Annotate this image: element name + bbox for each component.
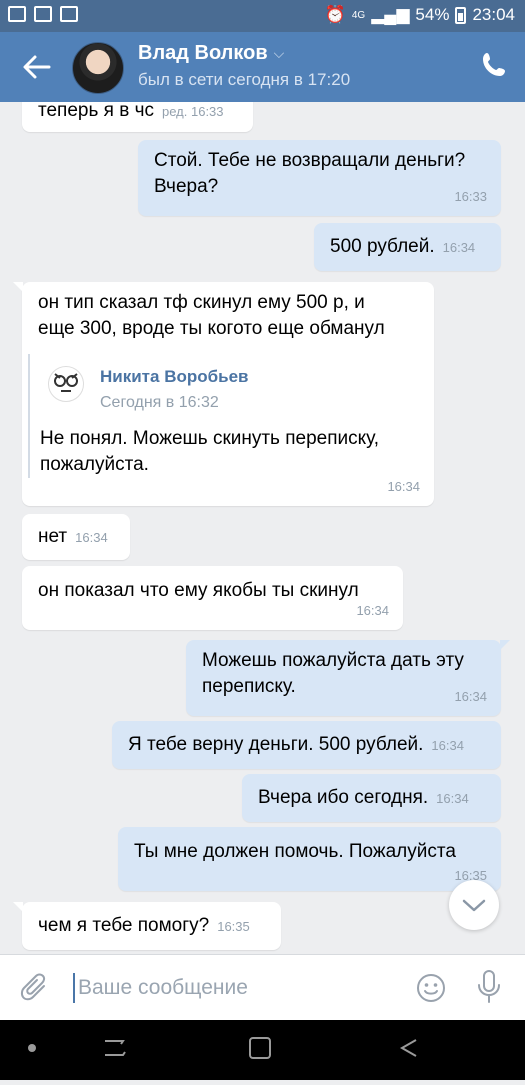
notification-icons <box>8 6 78 22</box>
forward-author-name[interactable]: Никита Воробьев <box>100 364 248 390</box>
message-text-line: Вчера? <box>154 176 219 197</box>
message-time: 16:34 <box>431 738 464 753</box>
message-input[interactable] <box>76 967 400 1009</box>
navigation-buttons <box>28 1037 417 1059</box>
message-text: он показал что ему якобы ты скинул <box>38 580 359 601</box>
message-text-line: он тип сказал тф скинул ему 500 р, и <box>38 292 365 313</box>
message-time: 16:34 <box>75 530 108 545</box>
message-outgoing[interactable]: Я тебе верну деньги. 500 рублей. 16:34 <box>112 721 501 769</box>
message-incoming[interactable]: нет 16:34 <box>22 514 130 560</box>
microphone-icon[interactable] <box>475 969 503 1005</box>
phone-call-icon[interactable] <box>479 50 509 80</box>
checkbox-icon <box>60 6 78 22</box>
contact-name[interactable]: Влад Волков ⌵ <box>138 42 284 65</box>
last-seen-status: был в сети сегодня в 17:20 <box>138 70 351 89</box>
message-text: Я тебе верну деньги. 500 рублей. <box>128 734 424 755</box>
chat-header: Влад Волков ⌵ был в сети сегодня в 17:20 <box>0 32 525 102</box>
message-outgoing[interactable]: Вчера ибо сегодня. 16:34 <box>242 774 501 822</box>
message-text-line: Можешь пожалуйста дать эту <box>202 650 464 671</box>
dot-indicator-icon <box>28 1044 36 1052</box>
message-time: 16:35 <box>217 919 250 934</box>
contact-avatar[interactable] <box>72 42 124 94</box>
message-incoming-with-forward[interactable]: он тип сказал тф скинул ему 500 р, и еще… <box>13 282 434 506</box>
chevron-down-icon: ⌵ <box>273 45 285 61</box>
forward-text: Не понял. Можешь скинуть переписку, пожа… <box>40 426 420 478</box>
status-right: ⏰ 4G ▂▄▆ 54% 23:04 <box>325 5 515 25</box>
chevron-down-icon <box>462 899 486 912</box>
message-time: 16:34 <box>356 603 389 618</box>
back-navigation-icon[interactable] <box>399 1039 417 1057</box>
forward-text-line: Не понял. Можешь скинуть переписку, <box>40 428 380 449</box>
recent-apps-icon[interactable] <box>105 1040 126 1056</box>
message-incoming[interactable]: теперь я в чс ред. 16:33 <box>22 102 253 132</box>
message-outgoing[interactable]: Ты мне должен помочь. Пожалуйста 16:35 <box>118 827 501 891</box>
home-icon[interactable] <box>249 1037 271 1059</box>
message-time: 16:34 <box>436 791 469 806</box>
contact-name-text: Влад Волков <box>138 42 268 64</box>
battery-percent: 54% <box>415 5 450 24</box>
gallery-icon <box>8 6 26 22</box>
chat-messages[interactable]: теперь я в чс ред. 16:33 Стой. Тебе не во… <box>0 102 525 954</box>
system-navigation-bar <box>0 1020 525 1080</box>
message-time: ред. 16:33 <box>162 104 224 119</box>
forward-date: Сегодня в 16:32 <box>100 394 219 411</box>
status-bar: ⏰ 4G ▂▄▆ 54% 23:04 <box>0 0 525 32</box>
message-text-line: еще 300, вроде ты когото еще обманул <box>38 318 385 339</box>
forward-text-line: пожалуйста. <box>40 454 149 475</box>
message-outgoing[interactable]: 500 рублей. 16:34 <box>314 223 501 271</box>
message-time: 16:34 <box>454 689 487 704</box>
message-text: Ты мне должен помочь. Пожалуйста <box>134 841 456 862</box>
clock: 23:04 <box>472 5 515 24</box>
message-outgoing[interactable]: Можешь пожалуйста дать эту переписку. 16… <box>186 640 510 716</box>
message-outgoing[interactable]: Стой. Тебе не возвращали деньги? Вчера? … <box>138 140 501 216</box>
back-arrow-icon[interactable] <box>20 50 54 84</box>
forward-author-avatar[interactable] <box>48 366 84 402</box>
message-text-line: Стой. Тебе не возвращали деньги? <box>154 150 466 171</box>
alarm-icon: ⏰ <box>324 5 346 24</box>
message-text: чем я тебе помогу? <box>38 915 210 936</box>
network-type: 4G <box>351 9 366 21</box>
message-text: Вчера ибо сегодня. <box>258 787 429 808</box>
message-text: теперь я в чс <box>38 102 154 121</box>
message-text: 500 рублей. <box>330 236 435 257</box>
attach-icon[interactable] <box>20 972 52 1004</box>
message-text-line: переписку. <box>202 676 296 697</box>
message-composer <box>0 954 525 1021</box>
forwarded-message[interactable]: Никита Воробьев Сегодня в 16:32 Не понял… <box>28 354 420 478</box>
text-cursor <box>73 973 75 1003</box>
signal-icon: ▂▄▆ <box>371 5 410 24</box>
message-time: 16:34 <box>387 479 420 494</box>
messages-icon <box>34 6 52 22</box>
message-time: 16:33 <box>454 189 487 204</box>
message-incoming[interactable]: он показал что ему якобы ты скинул 16:34 <box>22 566 403 630</box>
message-time: 16:34 <box>442 240 476 255</box>
scroll-to-bottom-button[interactable] <box>449 880 499 930</box>
message-incoming[interactable]: чем я тебе помогу? 16:35 <box>13 902 281 950</box>
emoji-icon[interactable] <box>416 973 446 1003</box>
battery-icon <box>455 6 467 24</box>
message-text: нет <box>38 526 68 547</box>
